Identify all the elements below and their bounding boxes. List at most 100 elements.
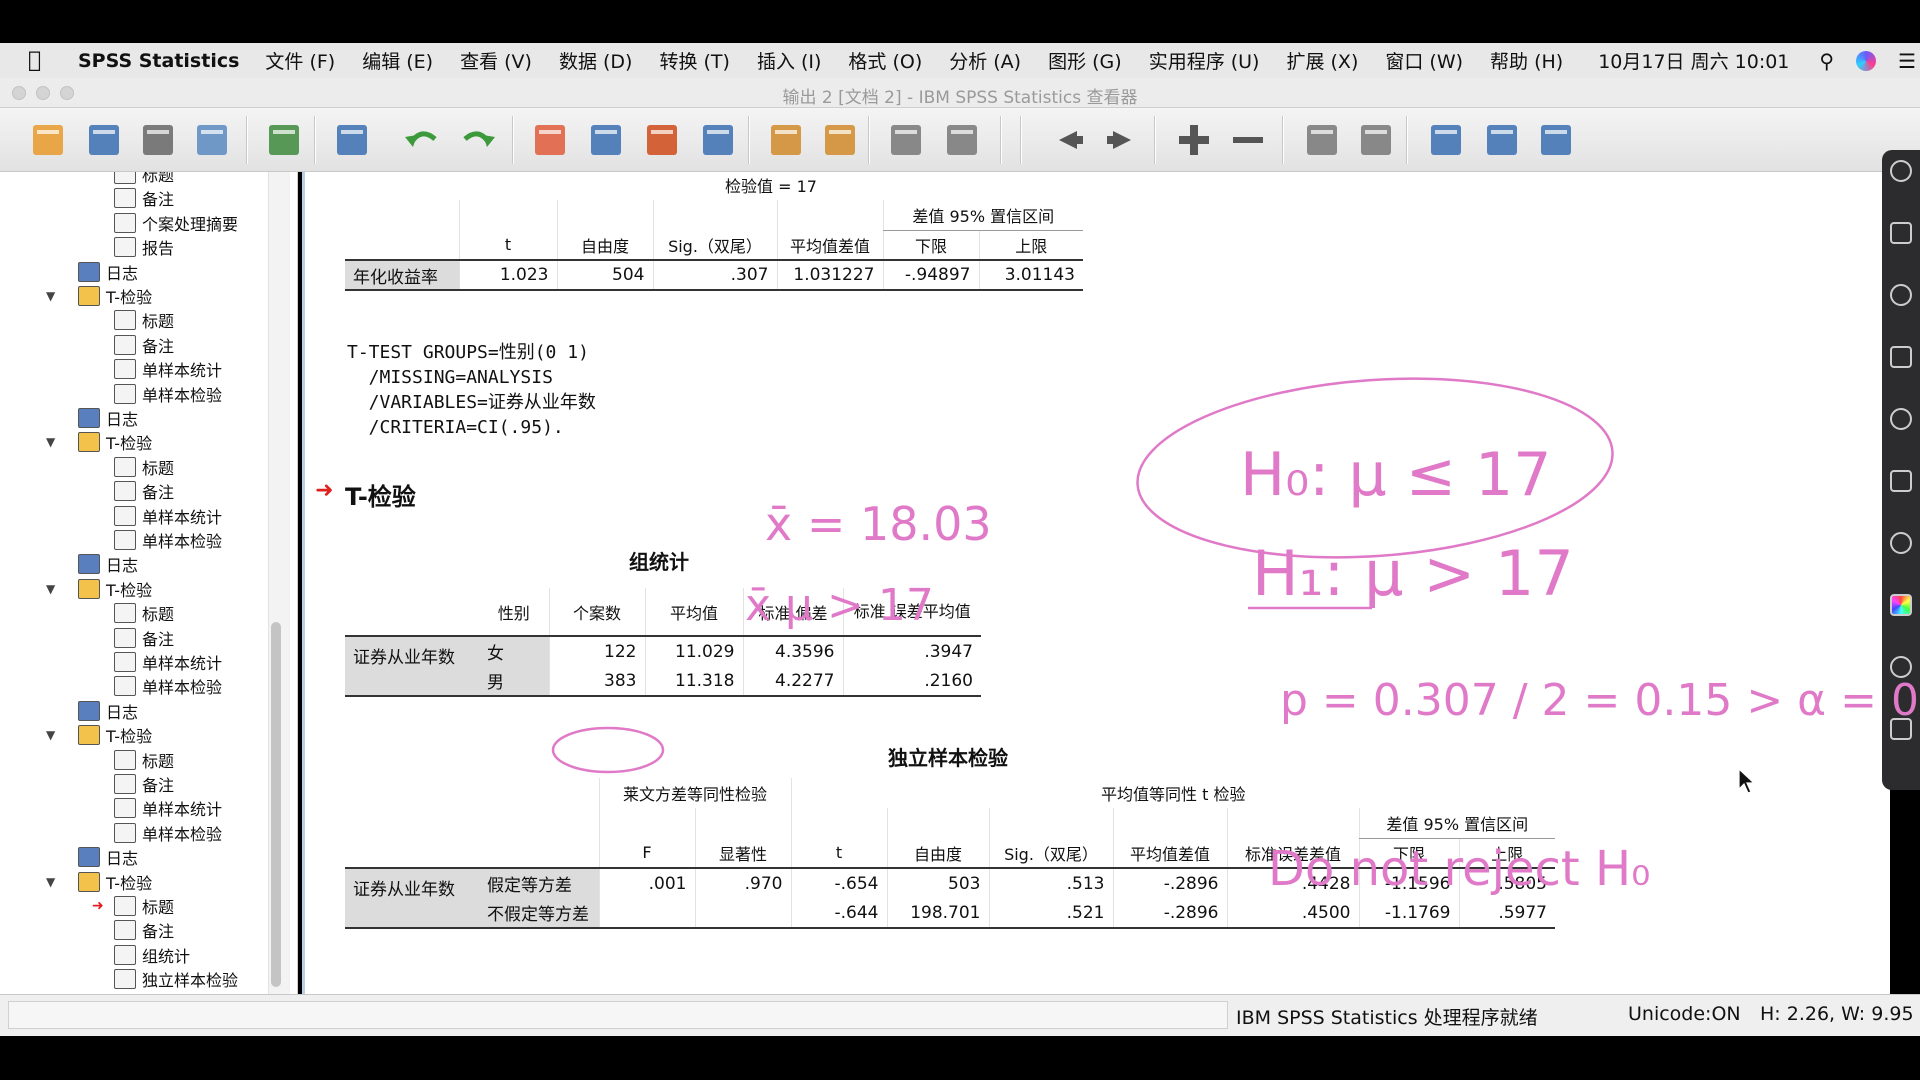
menu-utilities[interactable]: 实用程序 (U) (1149, 47, 1260, 74)
circle-icon[interactable] (1890, 470, 1912, 492)
navigator-item-label: T-检验 (106, 580, 153, 600)
save-icon[interactable] (82, 118, 126, 162)
timer-icon[interactable] (1890, 656, 1912, 678)
navigator-item-page[interactable]: 标题 (114, 601, 174, 625)
app-name-menu[interactable]: SPSS Statistics (78, 50, 239, 72)
navigator-item-page[interactable]: 标题 (114, 172, 174, 186)
menubar-clock[interactable]: 10月17日 周六 10:01 (1598, 47, 1789, 74)
navigator-item-page[interactable]: 备注 (114, 479, 174, 503)
navigator-item-page[interactable]: 报告 (114, 235, 174, 259)
insert-text-icon[interactable] (1480, 118, 1524, 162)
navigator-item-log[interactable]: 日志 (78, 260, 138, 284)
menu-window[interactable]: 窗口 (W) (1385, 47, 1463, 74)
heading-icon[interactable] (1300, 118, 1344, 162)
menu-format[interactable]: 格式 (O) (848, 47, 922, 74)
navigator-item-page[interactable]: 备注 (114, 333, 174, 357)
navigator-item-log[interactable]: 日志 (78, 699, 138, 723)
designate-window-icon[interactable] (764, 118, 808, 162)
page-icon[interactable] (1354, 118, 1398, 162)
close-icon[interactable] (1890, 160, 1912, 182)
navigator-item-page[interactable]: 单样本统计 (114, 796, 222, 820)
navigator-item-log[interactable]: 日志 (78, 406, 138, 430)
navigator-item-page[interactable]: 备注 (114, 626, 174, 650)
variables-icon[interactable] (696, 118, 740, 162)
navigator-item-label: 日志 (106, 263, 139, 283)
undo-icon[interactable] (400, 118, 444, 162)
text-icon[interactable] (1890, 408, 1912, 430)
menu-insert[interactable]: 插入 (I) (757, 47, 821, 74)
navigator-item-page[interactable]: 独立样本检验 (114, 967, 238, 991)
control-center-icon[interactable]: ☰ (1898, 49, 1916, 73)
pen-icon[interactable] (1890, 222, 1912, 244)
navigator-item-page[interactable]: 单样本统计 (114, 504, 222, 528)
print-preview-icon[interactable] (190, 118, 234, 162)
export-icon[interactable] (262, 118, 306, 162)
navigator-item-page[interactable]: 个案处理摘要 (114, 211, 238, 235)
run-script-icon[interactable] (818, 118, 862, 162)
hide-icon[interactable] (884, 118, 928, 162)
navigator-item-folder[interactable]: ▼ T-检验 (46, 577, 153, 601)
expand-triangle-icon[interactable]: ▼ (46, 728, 55, 742)
expand-triangle-icon[interactable]: ▼ (46, 875, 55, 889)
open-icon[interactable] (26, 118, 70, 162)
goto-case-icon[interactable] (528, 118, 572, 162)
navigator-item-folder[interactable]: ▼ T-检验 (46, 723, 152, 747)
line-icon[interactable] (1890, 284, 1912, 306)
navigator-item-page[interactable]: 单样本检验 (114, 528, 222, 552)
menu-graphs[interactable]: 图形 (G) (1048, 47, 1122, 74)
navigator-item-label: 备注 (142, 776, 175, 795)
collapse-icon[interactable] (1226, 118, 1270, 162)
navigator-item-page[interactable]: 单样本检验 (114, 382, 222, 406)
menu-transform[interactable]: 转换 (T) (659, 47, 729, 74)
insert-cases-icon[interactable] (640, 118, 684, 162)
insert-title-icon[interactable] (1424, 118, 1468, 162)
navigator-item-page[interactable]: 标题 (114, 455, 174, 479)
status-message: IBM SPSS Statistics 处理程序就绪 (1236, 1007, 1538, 1029)
navigator-item-page[interactable]: 单样本统计 (114, 357, 222, 381)
navigator-item-label: 单样本统计 (142, 800, 223, 820)
navigator-scroll-thumb[interactable] (271, 622, 281, 987)
forward-arrow-icon[interactable] (1100, 118, 1144, 162)
navigator-item-page[interactable]: 备注 (114, 186, 174, 210)
print-icon[interactable] (136, 118, 180, 162)
navigator-item-folder[interactable]: ▼ T-检验 (46, 870, 152, 894)
insert-file-icon[interactable] (1534, 118, 1578, 162)
navigator-item-folder[interactable]: ▼ T-检验 (46, 284, 152, 308)
navigator-item-page[interactable]: 标题 (114, 308, 174, 332)
navigator-item-page[interactable]: 组统计 (114, 943, 190, 967)
menu-edit[interactable]: 编辑 (E) (362, 47, 433, 74)
menu-help[interactable]: 帮助 (H) (1490, 47, 1563, 74)
navigator-item-log[interactable]: 日志 (78, 845, 138, 869)
navigator-item-page[interactable]: 单样本检验 (114, 674, 222, 698)
goto-variable-icon[interactable] (584, 118, 628, 162)
apple-icon[interactable]:  (28, 48, 68, 73)
navigator-item-page[interactable]: 单样本统计 (114, 650, 222, 674)
menu-file[interactable]: 文件 (F) (265, 47, 335, 74)
rotate-icon[interactable] (1890, 532, 1912, 554)
recall-dialog-icon[interactable] (330, 118, 374, 162)
show-icon[interactable] (940, 118, 984, 162)
back-arrow-icon[interactable] (1046, 118, 1090, 162)
book-icon (78, 432, 100, 453)
menu-extensions[interactable]: 扩展 (X) (1286, 47, 1358, 74)
spotlight-search-icon[interactable]: ⚲ (1819, 49, 1834, 73)
navigator-item-page[interactable]: 备注 (114, 772, 174, 796)
navigator-item-page[interactable]: 备注 (114, 918, 174, 942)
color-icon[interactable] (1890, 594, 1912, 616)
rectangle-icon[interactable] (1890, 346, 1912, 368)
navigator-item-page[interactable]: 单样本检验 (114, 821, 222, 845)
menu-view[interactable]: 查看 (V) (460, 47, 532, 74)
expand-icon[interactable] (1172, 118, 1216, 162)
expand-triangle-icon[interactable]: ▼ (46, 289, 55, 303)
redo-icon[interactable] (456, 118, 500, 162)
expand-triangle-icon[interactable]: ▼ (46, 582, 55, 596)
expand-triangle-icon[interactable]: ▼ (46, 435, 55, 449)
navigator-item-log[interactable]: 日志 (78, 552, 138, 576)
navigator-item-page[interactable]: 标题 (114, 748, 174, 772)
menu-data[interactable]: 数据 (D) (559, 47, 633, 74)
hand-icon[interactable] (1890, 718, 1912, 740)
menu-analyze[interactable]: 分析 (A) (949, 47, 1021, 74)
navigator-item-page[interactable]: ➜ 标题 (92, 894, 174, 918)
navigator-item-folder[interactable]: ▼ T-检验 (46, 430, 152, 454)
siri-icon[interactable] (1856, 50, 1877, 71)
